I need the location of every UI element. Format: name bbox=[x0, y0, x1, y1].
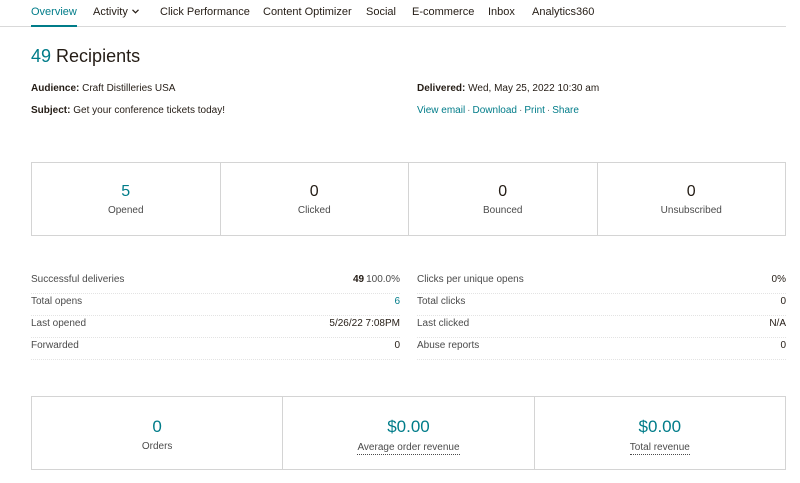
subject-value: Get your conference tickets today! bbox=[73, 105, 225, 116]
active-tab-indicator bbox=[31, 25, 77, 27]
stat-label: Clicked bbox=[297, 205, 331, 216]
stat-unsubscribed: 0 Unsubscribed bbox=[598, 163, 786, 235]
detail-value: 49 100.0% bbox=[353, 274, 400, 285]
detail-value: 0 bbox=[394, 340, 400, 351]
detail-row-last-opened: Last opened 5/26/22 7:08PM bbox=[31, 316, 400, 338]
stat-value: 5 bbox=[121, 183, 131, 200]
recipients-label: Recipients bbox=[56, 46, 141, 66]
detail-row-clicks-per-unique-opens: Clicks per unique opens 0% bbox=[417, 272, 786, 294]
detail-value: 5/26/22 7:08PM bbox=[329, 318, 400, 329]
engagement-details: Clicks per unique opens 0% Total clicks … bbox=[417, 272, 786, 360]
detail-label: Total opens bbox=[31, 296, 83, 307]
tab-e-commerce[interactable]: E-commerce bbox=[412, 6, 474, 18]
chevron-down-icon bbox=[131, 9, 139, 14]
revenue-value: $0.00 bbox=[638, 417, 682, 436]
revenue-value: $0.00 bbox=[387, 417, 430, 436]
print-link[interactable]: Print bbox=[524, 105, 545, 116]
stat-label: Unsubscribed bbox=[660, 205, 722, 216]
detail-value: 0 bbox=[780, 340, 786, 351]
detail-label: Successful deliveries bbox=[31, 274, 125, 285]
detail-label: Clicks per unique opens bbox=[417, 274, 524, 285]
detail-value: N/A bbox=[769, 318, 786, 329]
tab-activity[interactable]: Activity bbox=[93, 6, 139, 18]
stat-label: Opened bbox=[107, 205, 144, 216]
report-tabs: Overview Activity Click Performance Cont… bbox=[0, 0, 786, 27]
delivered-percent: 100.0% bbox=[366, 274, 400, 285]
subject-line: Subject: Get your conference tickets tod… bbox=[31, 105, 225, 116]
email-actions: View email · Download · Print · Share bbox=[417, 105, 579, 116]
revenue-average-order: $0.00 Average order revenue bbox=[283, 397, 535, 469]
tab-click-performance[interactable]: Click Performance bbox=[160, 6, 250, 18]
delivered-count: 49 bbox=[352, 274, 365, 285]
detail-label: Last clicked bbox=[417, 318, 470, 329]
delivery-details: Successful deliveries 49 100.0% Total ope… bbox=[31, 272, 400, 360]
revenue-orders: 0 Orders bbox=[32, 397, 284, 469]
share-link[interactable]: Share bbox=[552, 105, 579, 116]
detail-row-forwarded: Forwarded 0 bbox=[31, 338, 400, 360]
stat-value: 0 bbox=[686, 183, 696, 200]
subject-label: Subject: bbox=[31, 105, 71, 116]
total-revenue-tooltip[interactable]: Total revenue bbox=[629, 442, 690, 455]
detail-value: 0 bbox=[780, 296, 786, 307]
total-opens-link[interactable]: 6 bbox=[394, 296, 400, 307]
link-separator: · bbox=[467, 105, 471, 116]
average-order-revenue-tooltip[interactable]: Average order revenue bbox=[357, 442, 460, 455]
tab-inbox[interactable]: Inbox bbox=[488, 6, 515, 18]
tab-overview[interactable]: Overview bbox=[31, 6, 77, 18]
revenue-label: Orders bbox=[141, 441, 173, 452]
tab-social[interactable]: Social bbox=[366, 6, 396, 18]
revenue-value: 0 bbox=[152, 417, 162, 436]
view-email-link[interactable]: View email bbox=[417, 105, 465, 116]
detail-value: 0% bbox=[771, 274, 786, 285]
delivered-label: Delivered: bbox=[417, 83, 466, 94]
stat-label: Bounced bbox=[483, 205, 523, 216]
page-title: 49 Recipients bbox=[31, 46, 140, 67]
audience-value: Craft Distilleries USA bbox=[82, 83, 176, 94]
tab-content-optimizer[interactable]: Content Optimizer bbox=[263, 6, 352, 18]
detail-label: Forwarded bbox=[31, 340, 79, 351]
detail-row-total-clicks: Total clicks 0 bbox=[417, 294, 786, 316]
tab-activity-label: Activity bbox=[93, 6, 128, 18]
stats-summary: 5 Opened 0 Clicked 0 Bounced 0 Unsubscri… bbox=[31, 162, 786, 236]
detail-row-abuse-reports: Abuse reports 0 bbox=[417, 338, 786, 360]
recipients-count: 49 bbox=[31, 46, 52, 66]
download-link[interactable]: Download bbox=[473, 105, 517, 116]
stat-value: 0 bbox=[498, 183, 508, 200]
stat-bounced: 0 Bounced bbox=[409, 163, 598, 235]
delivered-line: Delivered: Wed, May 25, 2022 10:30 am bbox=[417, 83, 599, 94]
detail-label: Last opened bbox=[31, 318, 87, 329]
delivered-value: Wed, May 25, 2022 10:30 am bbox=[468, 83, 600, 94]
detail-row-successful-deliveries: Successful deliveries 49 100.0% bbox=[31, 272, 400, 294]
detail-row-last-clicked: Last clicked N/A bbox=[417, 316, 786, 338]
revenue-summary: 0 Orders $0.00 Average order revenue $0.… bbox=[31, 396, 786, 470]
detail-label: Total clicks bbox=[417, 296, 466, 307]
tab-analytics360[interactable]: Analytics360 bbox=[532, 6, 594, 18]
detail-row-total-opens: Total opens 6 bbox=[31, 294, 400, 316]
revenue-total: $0.00 Total revenue bbox=[535, 397, 785, 469]
audience-label: Audience: bbox=[31, 83, 80, 94]
detail-label: Abuse reports bbox=[417, 340, 480, 351]
stat-clicked: 0 Clicked bbox=[221, 163, 409, 235]
audience-line: Audience: Craft Distilleries USA bbox=[31, 83, 175, 94]
stat-opened: 5 Opened bbox=[32, 163, 221, 235]
stat-value: 0 bbox=[309, 183, 319, 200]
